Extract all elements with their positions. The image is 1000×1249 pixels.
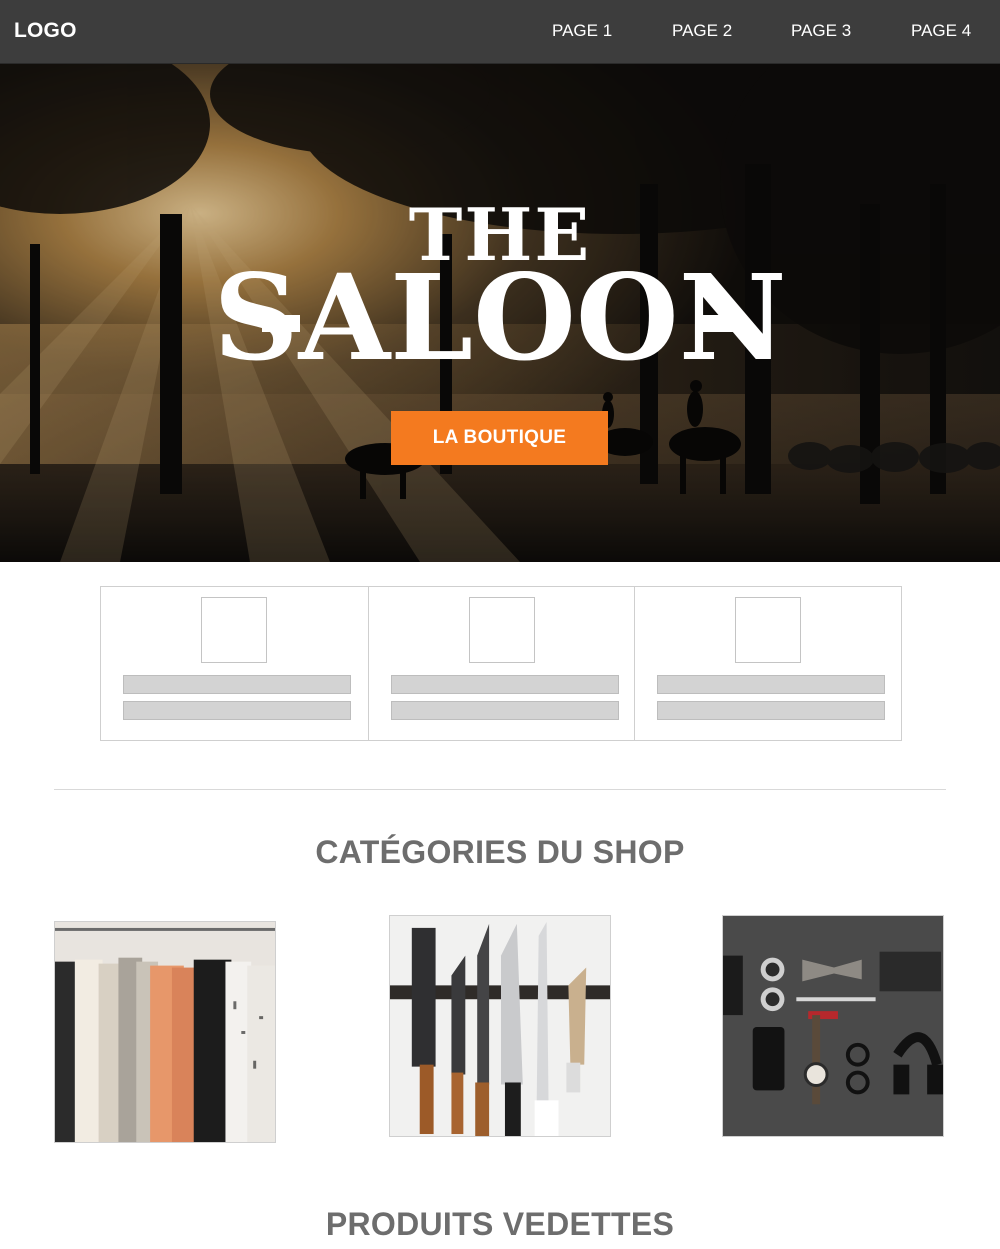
category-tile-kitchen[interactable] bbox=[389, 915, 611, 1137]
category-tile-clothing[interactable] bbox=[54, 921, 276, 1143]
logo[interactable]: LOGO bbox=[14, 19, 77, 43]
hero-title-group: THE SALOON bbox=[0, 64, 1000, 562]
shop-cta-button[interactable]: LA BOUTIQUE bbox=[391, 411, 608, 465]
top-navigation-bar: LOGO PAGE 1 PAGE 2 PAGE 3 PAGE 4 bbox=[0, 0, 1000, 64]
hero-banner: THE SALOON LA BOUTIQUE bbox=[0, 64, 1000, 562]
featured-heading: PRODUITS VEDETTES bbox=[325, 1206, 675, 1242]
categories-heading: CATÉGORIES DU SHOP bbox=[315, 834, 685, 870]
placeholder-text-line bbox=[123, 701, 351, 720]
kitchen-knives-image bbox=[390, 916, 610, 1136]
feature-box bbox=[634, 587, 901, 740]
placeholder-text-line bbox=[657, 675, 886, 694]
feature-box bbox=[101, 587, 368, 740]
placeholder-image-icon bbox=[201, 597, 267, 663]
feature-box bbox=[367, 587, 635, 740]
accessories-flatlay-image bbox=[723, 916, 943, 1136]
placeholder-image-icon bbox=[735, 597, 802, 663]
placeholder-text-line bbox=[390, 701, 619, 720]
hero-title-main: SALOON bbox=[213, 248, 787, 387]
hero-title-dash-right bbox=[703, 315, 741, 332]
nav-link-page-2[interactable]: PAGE 2 bbox=[672, 21, 732, 41]
nav-link-page-4[interactable]: PAGE 4 bbox=[911, 21, 971, 41]
nav-link-page-3[interactable]: PAGE 3 bbox=[791, 21, 851, 41]
feature-boxes bbox=[100, 586, 902, 741]
placeholder-text-line bbox=[657, 701, 886, 720]
category-tile-accessories[interactable] bbox=[722, 915, 944, 1137]
placeholder-text-line bbox=[390, 675, 619, 694]
placeholder-image-icon bbox=[468, 597, 535, 663]
placeholder-text-line bbox=[123, 675, 351, 694]
nav-link-page-1[interactable]: PAGE 1 bbox=[552, 21, 612, 41]
hero-title-main-row: SALOON bbox=[0, 259, 1000, 389]
clothing-rack-image bbox=[55, 922, 275, 1142]
section-divider bbox=[54, 789, 946, 790]
